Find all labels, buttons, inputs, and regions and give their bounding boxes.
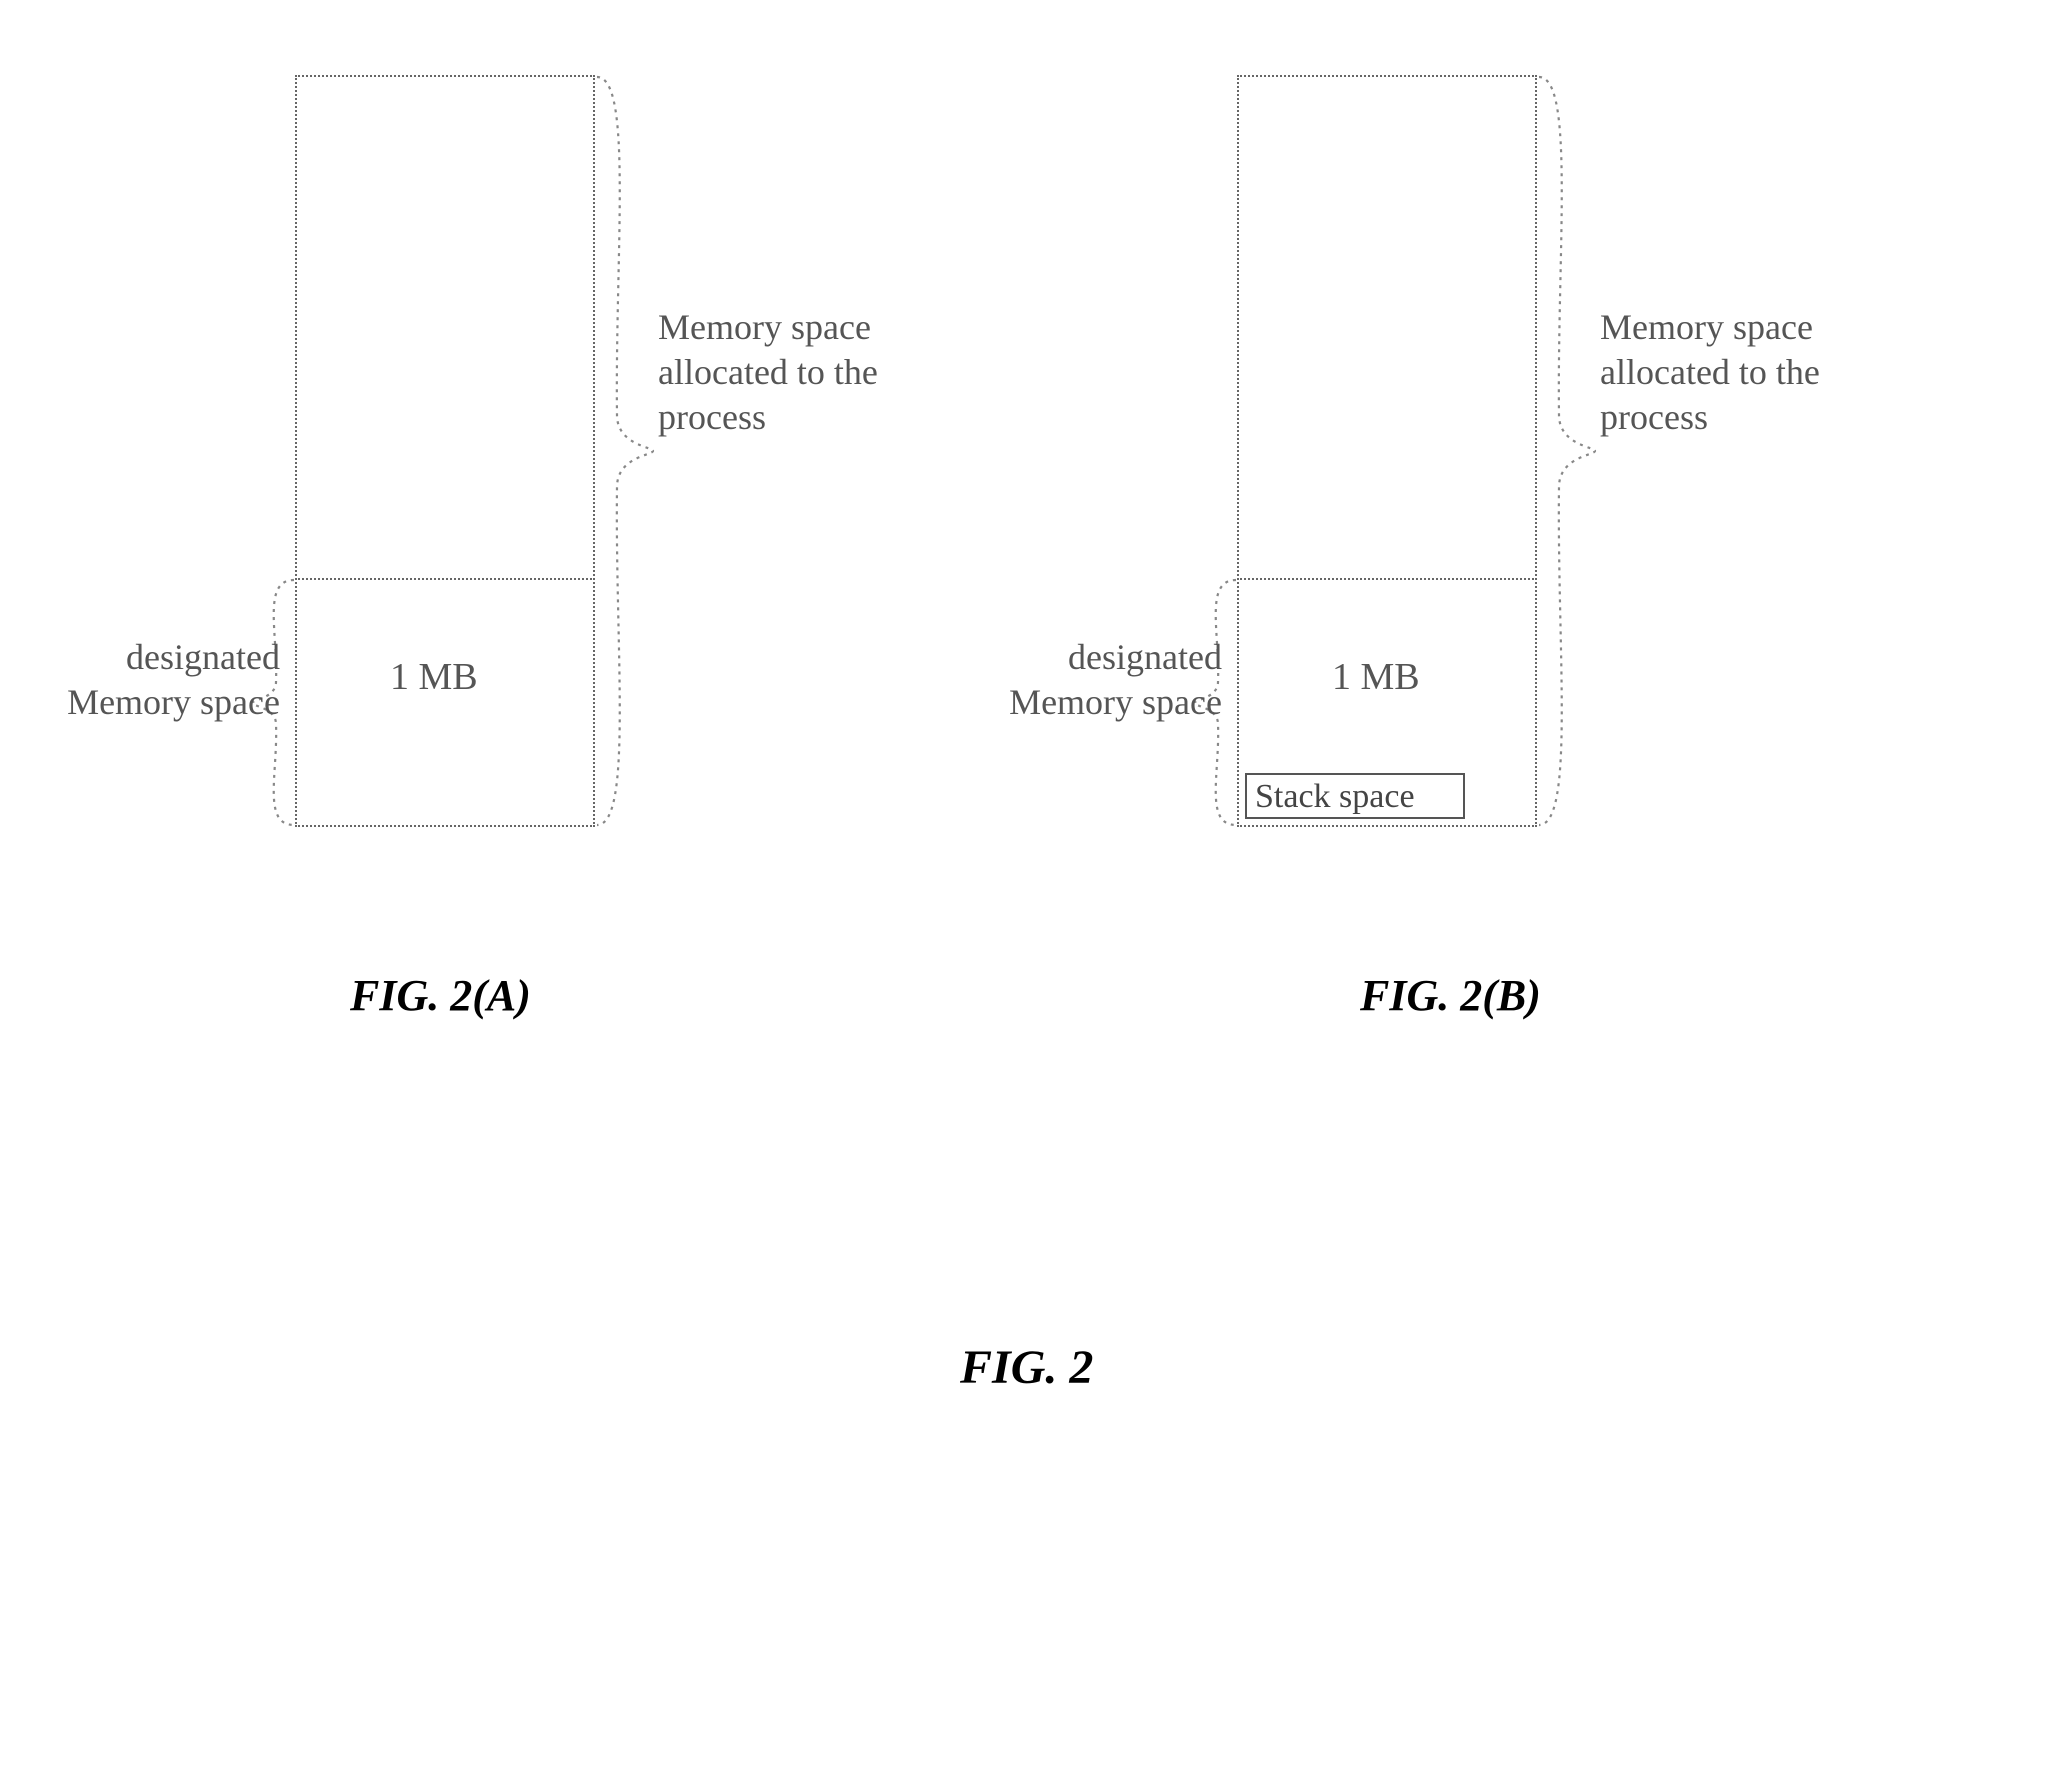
panel-fig-2b: 1 MB Stack space Memory space allocated … <box>1032 75 1992 945</box>
caption-fig-2: FIG. 2 <box>960 1340 1093 1395</box>
designated-memory-divider <box>295 578 595 580</box>
process-memory-rect <box>295 75 595 827</box>
caption-fig-2b: FIG. 2(B) <box>1360 970 1541 1021</box>
label-process-memory: Memory space allocated to the process <box>658 305 978 440</box>
process-memory-rect <box>1237 75 1537 827</box>
label-designated-memory: designated Memory space <box>50 635 280 725</box>
designated-memory-divider <box>1237 578 1537 580</box>
label-designated-memory: designated Memory space <box>992 635 1222 725</box>
size-label-1mb: 1 MB <box>1332 655 1420 699</box>
size-label-1mb: 1 MB <box>390 655 478 699</box>
brace-right-full <box>595 75 655 827</box>
panel-fig-2a: 1 MB Memory space allocated to the proce… <box>90 75 990 945</box>
brace-right-full <box>1537 75 1597 827</box>
label-process-memory: Memory space allocated to the process <box>1600 305 1920 440</box>
stack-space-box: Stack space <box>1245 773 1465 819</box>
caption-fig-2a: FIG. 2(A) <box>350 970 531 1021</box>
